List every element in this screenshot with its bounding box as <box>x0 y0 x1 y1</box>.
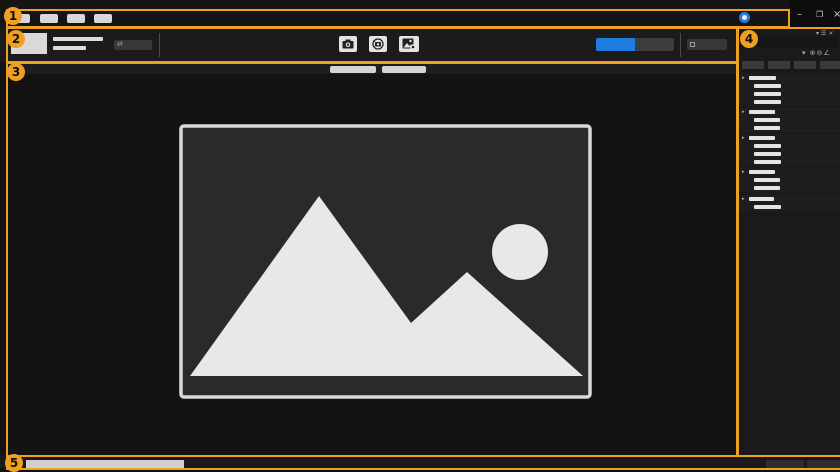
restore-button[interactable]: ❐ <box>816 10 823 20</box>
region-badge-1: 1 <box>4 7 22 25</box>
minimize-button[interactable]: – <box>797 10 802 20</box>
region-frame-4 <box>737 27 840 457</box>
region-frame-3 <box>6 62 738 457</box>
window-controls: – ❐ × <box>790 0 840 27</box>
region-badge-5: 5 <box>5 454 23 472</box>
region-frame-1 <box>6 9 790 28</box>
region-badge-3: 3 <box>7 63 25 81</box>
region-badge-2: 2 <box>7 30 25 48</box>
region-frame-2 <box>6 27 738 63</box>
region-badge-4: 4 <box>740 30 758 48</box>
close-button[interactable]: × <box>833 10 840 20</box>
